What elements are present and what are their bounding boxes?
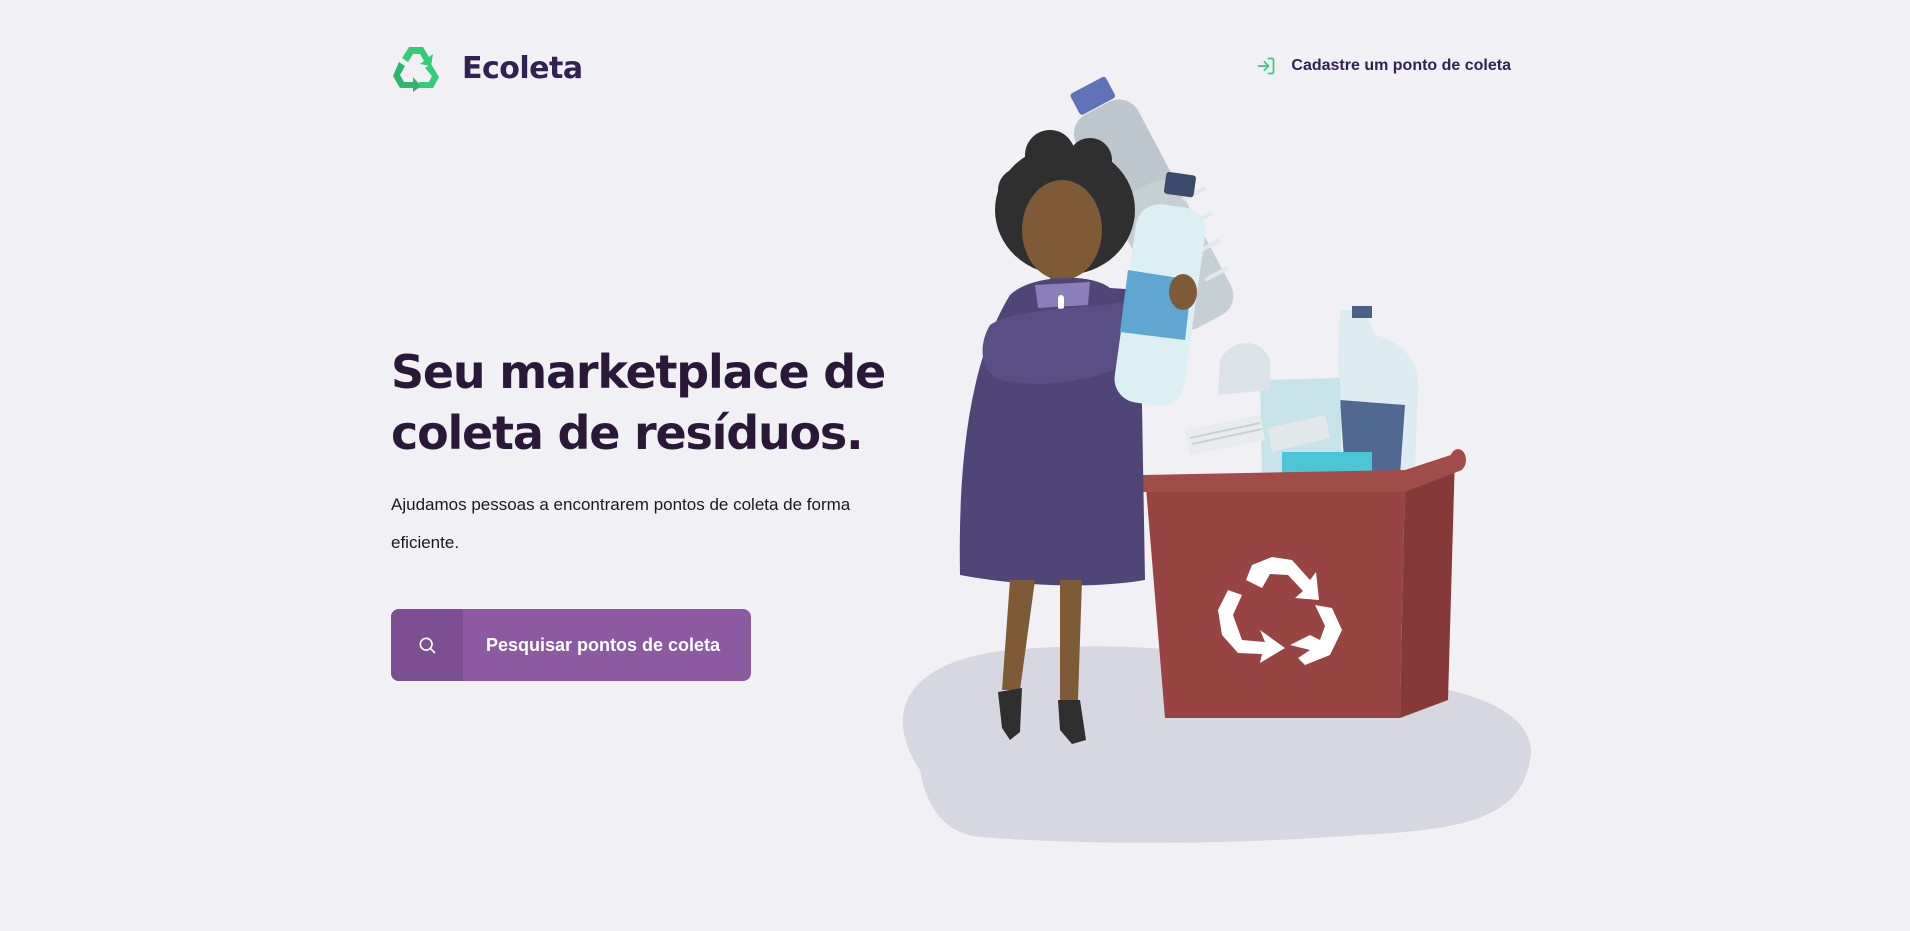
recycling-illustration — [902, 76, 1531, 843]
hero-title: Seu marketplace de coleta de resíduos. — [391, 345, 886, 460]
logo[interactable]: Ecoleta — [391, 44, 583, 92]
hero-description: Ajudamos pessoas a encontrarem pontos de… — [391, 495, 851, 552]
search-icon — [419, 637, 436, 654]
search-icon-box — [391, 609, 463, 681]
search-button-label: Pesquisar pontos de coleta — [485, 634, 721, 655]
landing-page: Ecoleta Cadastre um ponto de coleta Seu … — [0, 0, 1910, 931]
logo-text: Ecoleta — [462, 50, 583, 86]
recycling-bin — [1140, 449, 1466, 718]
search-collection-points-button[interactable]: Pesquisar pontos de coleta — [391, 609, 751, 681]
recycle-logo-icon — [393, 47, 439, 92]
